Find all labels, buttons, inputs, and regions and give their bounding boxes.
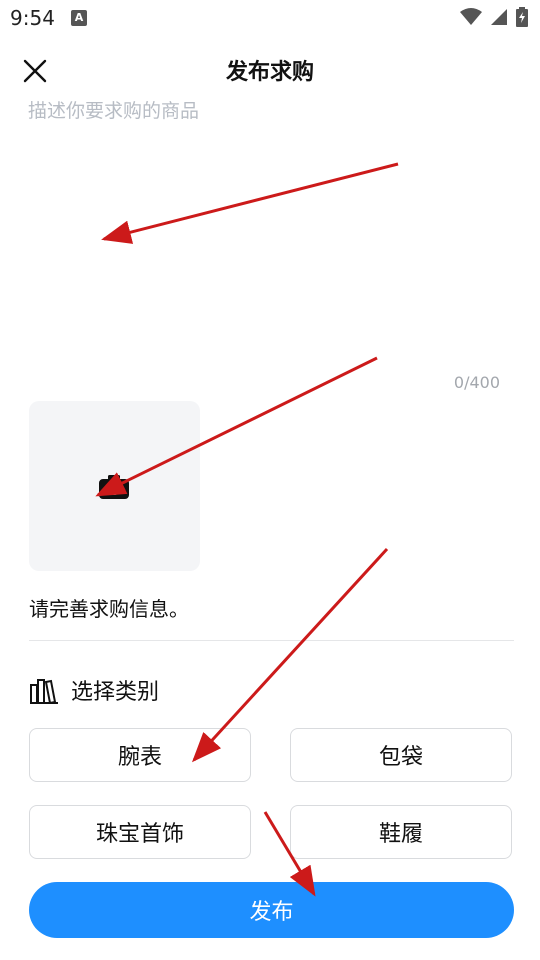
- camera-icon: [99, 475, 129, 499]
- page-title: 发布求购: [225, 60, 314, 85]
- category-title: 选择类别: [71, 680, 160, 705]
- header: 发布求购: [0, 40, 540, 96]
- battery-icon: [516, 7, 528, 27]
- app-notification-icon: A: [71, 10, 87, 26]
- status-bar: 9:54 A: [0, 0, 540, 36]
- status-indicators: [460, 7, 528, 27]
- description-input[interactable]: [28, 96, 508, 356]
- category-header: 选择类别: [29, 674, 159, 706]
- category-watch-button[interactable]: 腕表: [29, 728, 251, 782]
- status-time: 9:54: [10, 6, 55, 30]
- wifi-icon: [460, 8, 482, 25]
- char-count: 0/400: [453, 373, 500, 392]
- books-icon: [30, 679, 58, 704]
- signal-icon: [491, 9, 507, 25]
- category-bag-button[interactable]: 包袋: [290, 728, 512, 782]
- add-photo-button[interactable]: [29, 401, 200, 571]
- publish-button[interactable]: 发布: [29, 882, 514, 938]
- category-shoes-button[interactable]: 鞋履: [290, 805, 512, 859]
- hint-text: 请完善求购信息。: [29, 597, 189, 621]
- divider: [29, 640, 514, 641]
- category-jewelry-button[interactable]: 珠宝首饰: [29, 805, 251, 859]
